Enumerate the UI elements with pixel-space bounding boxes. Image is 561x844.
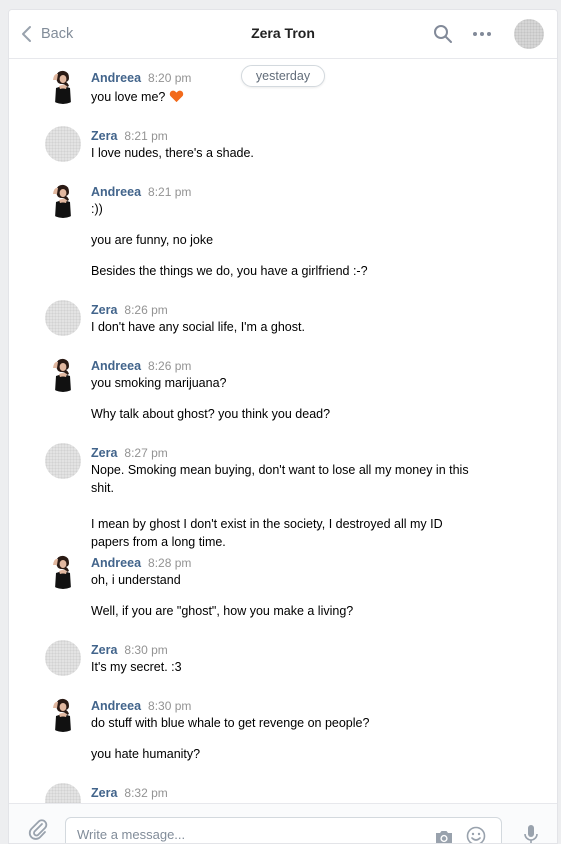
message-meta: Zera 8:21 pm	[91, 129, 168, 143]
message-time[interactable]: 8:21 pm	[124, 129, 167, 143]
message-author[interactable]: Andreea	[91, 359, 141, 373]
message-text-content: Why talk about ghost? you think you dead…	[91, 407, 331, 421]
message-time[interactable]: 8:27 pm	[124, 446, 167, 460]
message-text: It's my secret. :3	[91, 658, 471, 676]
avatar[interactable]	[45, 182, 81, 218]
message-text: oh, i understand	[91, 571, 471, 589]
message-author[interactable]: Zera	[91, 303, 117, 317]
avatar[interactable]	[45, 696, 81, 732]
microphone-icon[interactable]	[523, 824, 539, 844]
message-author[interactable]: Zera	[91, 786, 117, 800]
message-text-content: Well, if you are "ghost", how you make a…	[91, 604, 354, 618]
orange-heart-icon	[170, 90, 184, 103]
message-text-content: I don't have any social life, I'm a ghos…	[91, 320, 305, 334]
andreea-photo	[45, 356, 81, 392]
message-author[interactable]: Andreea	[91, 556, 141, 570]
message-meta: Andreea 8:20 pm	[91, 71, 191, 85]
message-author[interactable]: Zera	[91, 129, 117, 143]
message-input-placeholder: Write a message...	[77, 827, 186, 842]
message-text-content: you hate humanity?	[91, 747, 201, 761]
message-text: I mean by ghost I don't exist in the soc…	[91, 515, 471, 551]
message-text: you are funny, no joke	[91, 231, 471, 249]
message-text-content: I mean by ghost I don't exist in the soc…	[91, 517, 443, 549]
message-time[interactable]: 8:20 pm	[148, 71, 191, 85]
message-time[interactable]: 8:28 pm	[148, 556, 191, 570]
avatar[interactable]	[45, 640, 81, 676]
message-time[interactable]: 8:30 pm	[148, 699, 191, 713]
message-meta: Zera 8:32 pm	[91, 786, 168, 800]
date-divider: yesterday	[241, 65, 325, 87]
message-text-content: you are funny, no joke	[91, 233, 214, 247]
andreea-photo	[45, 696, 81, 732]
paperclip-icon[interactable]	[28, 818, 48, 840]
message-author[interactable]: Andreea	[91, 185, 141, 199]
camera-icon[interactable]	[434, 829, 454, 844]
message-text-content: I love nudes, there's a shade.	[91, 146, 254, 160]
message-meta: Andreea 8:28 pm	[91, 556, 191, 570]
message-meta: Andreea 8:30 pm	[91, 699, 191, 713]
message-author[interactable]: Zera	[91, 643, 117, 657]
message-time[interactable]: 8:26 pm	[148, 359, 191, 373]
message-text: you love me?	[91, 88, 471, 106]
message-text-content: It's my secret. :3	[91, 660, 182, 674]
avatar[interactable]	[514, 19, 544, 49]
message-author[interactable]: Zera	[91, 446, 117, 460]
avatar[interactable]	[45, 356, 81, 392]
message-text: Besides the things we do, you have a gir…	[91, 262, 471, 280]
message-composer: Write a message...	[9, 803, 557, 844]
message-meta: Andreea 8:21 pm	[91, 185, 191, 199]
message-meta: Zera 8:26 pm	[91, 303, 168, 317]
message-text-content: Besides the things we do, you have a gir…	[91, 264, 368, 278]
message-time[interactable]: 8:32 pm	[124, 786, 167, 800]
message-feed: yesterday Andreea 8:20 pm you love me? Zera…	[9, 59, 557, 803]
andreea-photo	[45, 182, 81, 218]
message-text: do stuff with blue whale to get revenge …	[91, 714, 471, 732]
message-time[interactable]: 8:26 pm	[124, 303, 167, 317]
message-meta: Zera 8:27 pm	[91, 446, 168, 460]
message-text: Why talk about ghost? you think you dead…	[91, 405, 471, 423]
avatar[interactable]	[45, 443, 81, 479]
message-text: you smoking marijuana?	[91, 374, 471, 392]
avatar[interactable]	[45, 300, 81, 336]
avatar[interactable]	[45, 553, 81, 589]
message-text-content: do stuff with blue whale to get revenge …	[91, 716, 370, 730]
message-text: Well, if you are "ghost", how you make a…	[91, 602, 471, 620]
message-text-content: you smoking marijuana?	[91, 376, 227, 390]
andreea-photo	[45, 68, 81, 104]
message-author[interactable]: Andreea	[91, 699, 141, 713]
search-icon[interactable]	[433, 24, 453, 44]
message-time[interactable]: 8:30 pm	[124, 643, 167, 657]
message-text-content: :))	[91, 202, 103, 216]
message-text-content: oh, i understand	[91, 573, 181, 587]
message-meta: Andreea 8:26 pm	[91, 359, 191, 373]
message-meta: Zera 8:30 pm	[91, 643, 168, 657]
chat-header: Back Zera Tron	[9, 10, 557, 59]
message-author[interactable]: Andreea	[91, 71, 141, 85]
message-text: I love nudes, there's a shade.	[91, 144, 471, 162]
avatar[interactable]	[45, 68, 81, 104]
avatar[interactable]	[45, 126, 81, 162]
smile-icon[interactable]	[466, 826, 486, 844]
message-text-content: Nope. Smoking mean buying, don't want to…	[91, 463, 469, 495]
message-text-content: you love me?	[91, 90, 166, 104]
more-icon[interactable]	[472, 30, 492, 38]
message-text: I don't have any social life, I'm a ghos…	[91, 318, 471, 336]
chat-panel: Back Zera Tron yesterday Andreea 8:20 pm y…	[8, 9, 558, 844]
andreea-photo	[45, 553, 81, 589]
message-time[interactable]: 8:21 pm	[148, 185, 191, 199]
message-text: Nope. Smoking mean buying, don't want to…	[91, 461, 471, 497]
avatar[interactable]	[45, 783, 81, 803]
message-text: you hate humanity?	[91, 745, 471, 763]
message-text: :))	[91, 200, 471, 218]
